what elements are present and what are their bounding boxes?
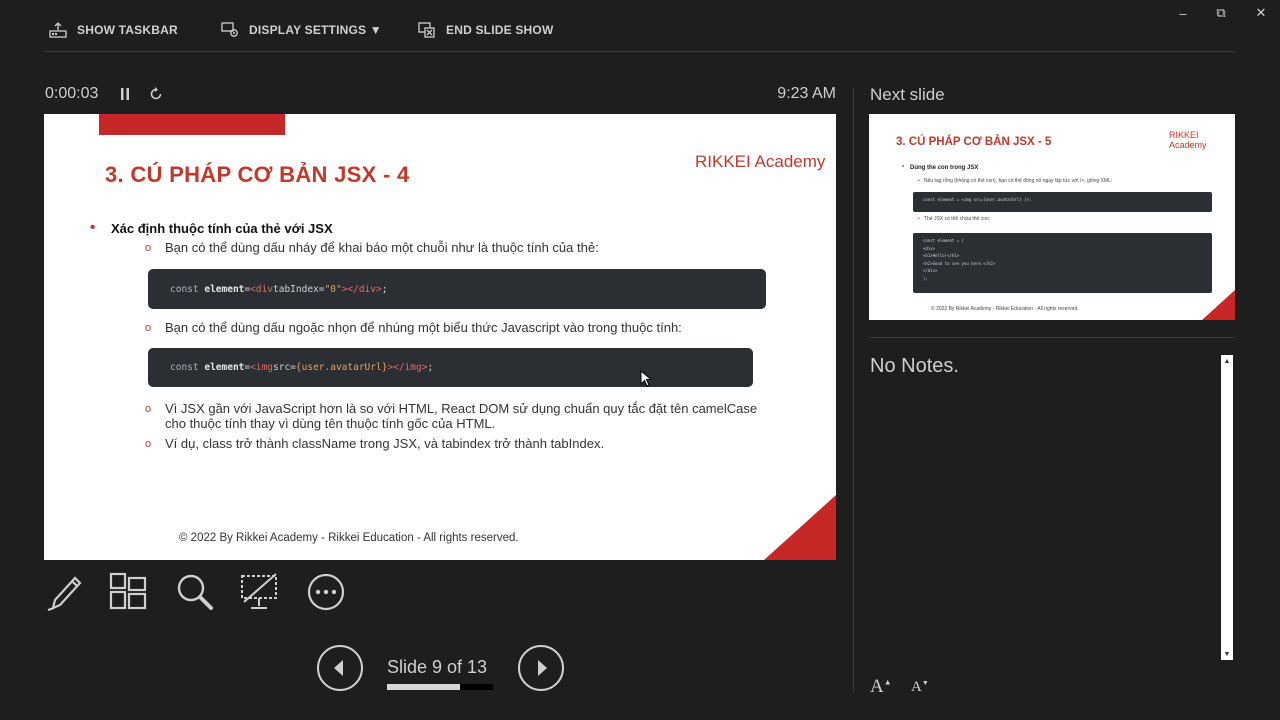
toolbar-divider <box>44 51 1235 52</box>
code-block-1: const element = <div tabIndex= "0" ></div>… <box>148 269 766 309</box>
code-block-2: const element = <img src= {user.avatarUrl… <box>148 348 753 387</box>
previous-slide-icon <box>334 660 343 676</box>
minimize-button[interactable]: – <box>1172 4 1194 22</box>
elapsed-timer: 0:00:03 <box>45 85 99 102</box>
next-slide-code-1: const element = <img src={user.avatarUrl… <box>913 192 1212 212</box>
next-slide-footer: © 2022 By Rikkei Academy - Rikkei Educat… <box>931 306 1079 312</box>
notes-scrollbar[interactable]: ▲ ▼ <box>1221 355 1233 660</box>
slide-subpoint-1: Bạn có thể dùng dấu nháy để khai báo một… <box>145 240 599 256</box>
slide-subpoint-3: Vì JSX gần với JavaScript hơn là so với … <box>145 401 765 431</box>
slide-logo: RIKKEI Academy <box>695 152 825 172</box>
more-options-icon[interactable] <box>306 572 346 612</box>
pen-icon[interactable] <box>45 572 85 612</box>
panel-divider <box>853 88 854 693</box>
next-slide-title: 3. CÚ PHÁP CƠ BẢN JSX - 5 <box>896 136 1052 148</box>
end-show-icon <box>418 22 436 38</box>
increase-font-label: A <box>870 676 884 697</box>
speaker-notes: No Notes. <box>870 355 959 377</box>
next-slide-code-2: const element = ( <div> <h1>Hello!</h1> … <box>913 233 1212 293</box>
display-settings-label: DISPLAY SETTINGS ▼ <box>249 23 382 37</box>
display-settings-button[interactable]: DISPLAY SETTINGS ▼ <box>221 18 382 42</box>
end-slide-show-label: END SLIDE SHOW <box>446 23 554 37</box>
current-slide[interactable]: 3. CÚ PHÁP CƠ BẢN JSX - 4 RIKKEI Academy… <box>44 114 836 560</box>
reset-timer-icon[interactable] <box>148 86 164 102</box>
slide-progress-bar <box>387 684 493 690</box>
next-slide-icon <box>538 660 547 676</box>
decrease-font-label: A <box>911 679 922 695</box>
next-slide-thumbnail[interactable]: 3. CÚ PHÁP CƠ BẢN JSX - 5 RIKKEI Academy… <box>869 114 1235 320</box>
next-slide-button[interactable] <box>518 645 564 691</box>
slide-counter: Slide 9 of 13 <box>387 657 488 677</box>
decrease-font-button[interactable]: A▼ <box>911 679 929 696</box>
slide-bullet: Xác định thuộc tính của thẻ với JSX <box>90 219 333 236</box>
slide-subpoint-4: Ví dụ, class trở thành className trong J… <box>145 436 604 452</box>
slide-title: 3. CÚ PHÁP CƠ BẢN JSX - 4 <box>105 162 410 187</box>
notes-divider <box>869 337 1235 338</box>
display-settings-icon <box>221 22 239 38</box>
scroll-up-icon[interactable]: ▲ <box>1221 355 1233 367</box>
next-slide-subpoint-2: Thẻ JSX có thể chứa thẻ con: <box>918 216 990 222</box>
slide-progress-fill <box>387 684 461 690</box>
zoom-icon[interactable] <box>175 572 215 612</box>
black-screen-icon[interactable] <box>240 572 280 612</box>
next-slide-logo: RIKKEI Academy <box>1169 130 1207 150</box>
scroll-track[interactable] <box>1223 367 1231 648</box>
slide-footer: © 2022 By Rikkei Academy - Rikkei Educat… <box>179 532 519 544</box>
next-slide-bullet: Dùng thẻ con trong JSX <box>902 164 978 171</box>
mouse-cursor <box>640 369 653 393</box>
end-slide-show-button[interactable]: END SLIDE SHOW <box>418 18 553 42</box>
clock: 9:23 AM <box>777 85 836 102</box>
slide-subpoint-2: Bạn có thể dùng dấu ngoặc nhọn để nhúng … <box>145 320 682 336</box>
next-slide-subpoint-1: Nếu tag rỗng (không có thẻ con), bạn có … <box>918 178 1112 184</box>
show-taskbar-button[interactable]: SHOW TASKBAR <box>49 18 178 42</box>
see-all-slides-icon[interactable] <box>109 572 149 612</box>
pause-icon[interactable] <box>117 86 133 102</box>
restore-button[interactable]: ⧉ <box>1210 4 1232 22</box>
increase-font-button[interactable]: A▲ <box>870 676 892 698</box>
slide-header-bar <box>99 114 285 135</box>
taskbar-icon <box>49 22 67 38</box>
slide-logo-text: RIKKEI Academy <box>695 152 826 171</box>
previous-slide-button[interactable] <box>317 645 363 691</box>
slide-corner-decoration <box>764 495 836 560</box>
close-button[interactable]: ✕ <box>1250 4 1272 22</box>
show-taskbar-label: SHOW TASKBAR <box>77 23 178 37</box>
scroll-down-icon[interactable]: ▼ <box>1221 648 1233 660</box>
next-slide-corner-decoration <box>1202 290 1235 320</box>
next-slide-label: Next slide <box>870 85 945 104</box>
